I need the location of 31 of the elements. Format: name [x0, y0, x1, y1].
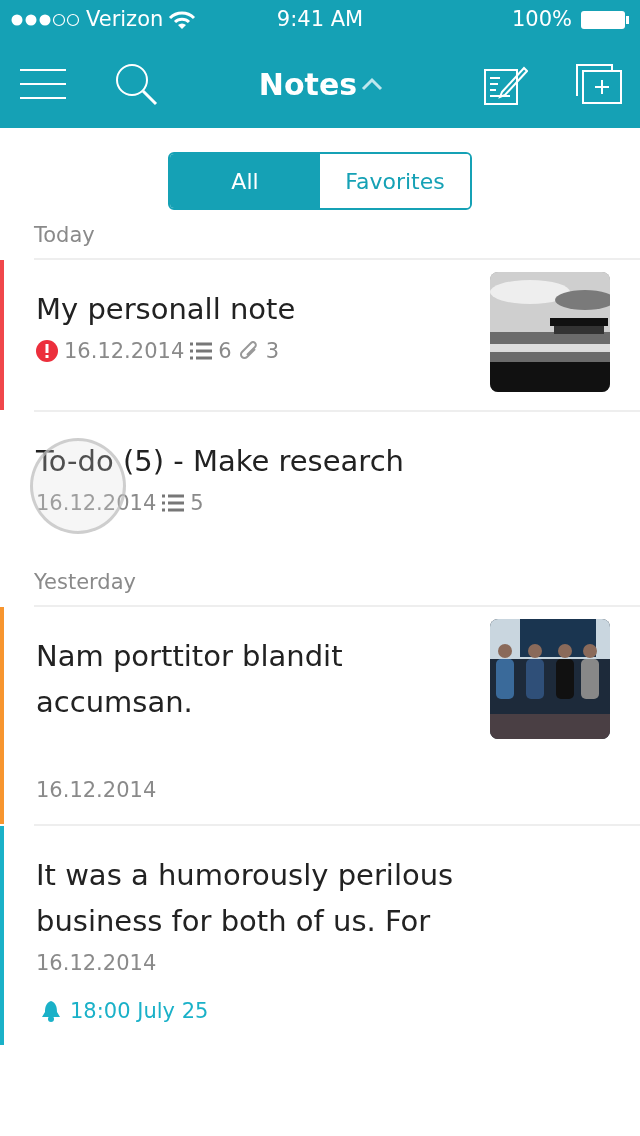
attachment-count: 3 [265, 337, 279, 365]
checklist-count: 5 [190, 489, 204, 517]
note-title: My personall note [36, 290, 297, 328]
note-date: 16.12.2014 [36, 950, 157, 977]
checklist-count: 6 [218, 337, 232, 365]
battery-percent: 100% [511, 6, 572, 34]
note-title: To-do (5) - Make research [36, 442, 405, 480]
note-row[interactable]: To-do (5) - Make research 16.12.2014 5 [0, 411, 640, 537]
list-icon [190, 342, 213, 361]
note-date: 16.12.2014 [36, 776, 157, 804]
note-row[interactable]: My personall note 16.12.2014 6 3 [0, 259, 640, 410]
new-notebook-button[interactable] [576, 64, 622, 104]
caret-icon [361, 77, 384, 91]
list-icon [162, 494, 185, 513]
section-header: Yesterday [33, 569, 137, 596]
note-row[interactable]: Nam porttitor blandit accumsan. 16.12.2014 [0, 606, 640, 824]
note-date: 16.12.2014 [64, 337, 185, 365]
note-title: Nam porttitor blandit accumsan. [36, 637, 344, 721]
wifi-icon [167, 9, 198, 31]
bell-icon [40, 1000, 62, 1023]
carrier-name: Verizon [86, 6, 164, 34]
search-button[interactable] [114, 62, 158, 106]
note-title: It was a humorously perilous business for both of us. For [36, 857, 455, 940]
battery-icon [580, 10, 630, 30]
note-row[interactable]: It was a humorously perilous business for both of us. For 16.12.2014 18:00 July 25 [0, 826, 640, 1045]
clock-time: 9:41 AM [276, 6, 364, 34]
signal-icon [10, 11, 82, 29]
section-header: Today [33, 222, 96, 249]
menu-button[interactable] [20, 68, 66, 100]
note-date: 16.12.2014 [36, 489, 157, 517]
reminder-time: 18:00 July 25 [70, 997, 209, 1025]
